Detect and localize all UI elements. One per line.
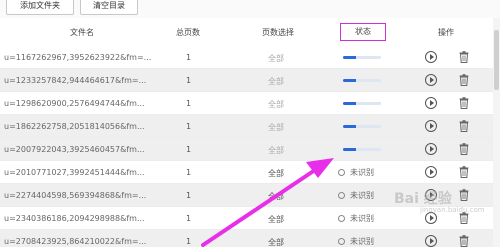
status-progress-bar (343, 125, 381, 128)
status-circle-icon (338, 192, 345, 199)
table-row[interactable]: u=1167262967,3952623922&fm=... 1 全部 (0, 46, 500, 69)
page-selection[interactable]: 全部 (268, 191, 284, 202)
trash-icon[interactable] (459, 143, 469, 155)
trash-icon[interactable] (459, 97, 469, 109)
header-filename: 文件名 (70, 28, 94, 37)
trash-icon[interactable] (459, 166, 469, 178)
total-pages: 1 (186, 99, 192, 108)
table-row[interactable]: u=2708423925,864210022&fm=... 1 全部 未识别 (0, 230, 500, 247)
total-pages: 1 (186, 76, 192, 85)
file-name: u=1167262967,3952623922&fm=... (4, 53, 152, 62)
file-name: u=1233257842,944464617&fm=... (4, 76, 147, 85)
page-selection[interactable]: 全部 (268, 122, 284, 133)
vertical-scrollbar[interactable] (493, 18, 500, 247)
status-progress-bar (343, 148, 381, 151)
clear-directory-button[interactable]: 清空目录 (80, 0, 138, 15)
page-selection[interactable]: 全部 (268, 168, 284, 179)
status-circle-icon (338, 169, 345, 176)
total-pages: 1 (186, 214, 192, 223)
watermark-url: jingyan.baidu.com (420, 206, 485, 214)
status-circle-icon (338, 238, 345, 245)
file-name: u=1298620900,2576494744&fm... (4, 99, 145, 108)
status-progress-bar (343, 102, 381, 105)
play-icon[interactable] (425, 51, 437, 63)
status-text: 未识别 (338, 213, 374, 224)
status-label: 未识别 (350, 168, 374, 177)
header-status: 状态 (340, 23, 386, 41)
table-row[interactable]: u=2007922043,3925460457&fm... 1 全部 (0, 138, 500, 161)
table-row[interactable]: u=1862262758,2051814056&fm... 1 全部 (0, 115, 500, 138)
progress-fill (343, 125, 357, 128)
play-icon[interactable] (425, 120, 437, 132)
trash-icon[interactable] (459, 235, 469, 247)
status-text: 未识别 (338, 190, 374, 201)
page-selection[interactable]: 全部 (268, 214, 284, 225)
total-pages: 1 (186, 145, 192, 154)
play-icon[interactable] (425, 97, 437, 109)
trash-icon[interactable] (459, 189, 469, 201)
page-selection[interactable]: 全部 (268, 145, 284, 156)
watermark-logo: Bai 经验 (394, 191, 452, 207)
total-pages: 1 (186, 237, 192, 246)
trash-icon[interactable] (459, 120, 469, 132)
status-progress-bar (343, 56, 381, 59)
trash-icon[interactable] (459, 51, 469, 63)
status-label: 未识别 (350, 191, 374, 200)
toolbar: 添加文件夹 清空目录 (0, 0, 500, 18)
status-progress-bar (343, 79, 381, 82)
file-name: u=2708423925,864210022&fm=... (4, 237, 147, 246)
table-row[interactable]: u=2010771027,3992451444&fm... 1 全部 未识别 (0, 161, 500, 184)
file-name: u=1862262758,2051814056&fm... (4, 122, 145, 131)
play-icon[interactable] (425, 166, 437, 178)
progress-fill (343, 79, 357, 82)
trash-icon[interactable] (459, 74, 469, 86)
total-pages: 1 (186, 191, 192, 200)
page-selection[interactable]: 全部 (268, 53, 284, 64)
header-page-selection: 页数选择 (262, 28, 294, 37)
progress-fill (343, 148, 357, 151)
file-name: u=2007922043,3925460457&fm... (4, 145, 145, 154)
page-selection[interactable]: 全部 (268, 76, 284, 87)
total-pages: 1 (186, 122, 192, 131)
play-icon[interactable] (425, 235, 437, 247)
status-text: 未识别 (338, 236, 374, 247)
header-actions: 操作 (438, 28, 454, 37)
status-label: 未识别 (350, 237, 374, 246)
progress-fill (343, 56, 357, 59)
table-header: 文件名 总页数 页数选择 状态 操作 (0, 18, 500, 46)
page-selection[interactable]: 全部 (268, 99, 284, 110)
header-total-pages: 总页数 (176, 28, 200, 37)
scrollbar-thumb[interactable] (494, 30, 499, 90)
page-selection[interactable]: 全部 (268, 237, 284, 247)
status-text: 未识别 (338, 167, 374, 178)
file-name: u=2274404598,569394868&fm=... (4, 191, 147, 200)
table-row[interactable]: u=1298620900,2576494744&fm... 1 全部 (0, 92, 500, 115)
status-label: 未识别 (350, 214, 374, 223)
play-icon[interactable] (425, 74, 437, 86)
file-name: u=2340386186,2094298988&fm... (4, 214, 145, 223)
total-pages: 1 (186, 168, 192, 177)
status-circle-icon (338, 215, 345, 222)
table-row[interactable]: u=1233257842,944464617&fm=... 1 全部 (0, 69, 500, 92)
progress-fill (343, 102, 357, 105)
add-folder-button[interactable]: 添加文件夹 (6, 0, 74, 15)
file-name: u=2010771027,3992451444&fm... (4, 168, 145, 177)
total-pages: 1 (186, 53, 192, 62)
play-icon[interactable] (425, 143, 437, 155)
